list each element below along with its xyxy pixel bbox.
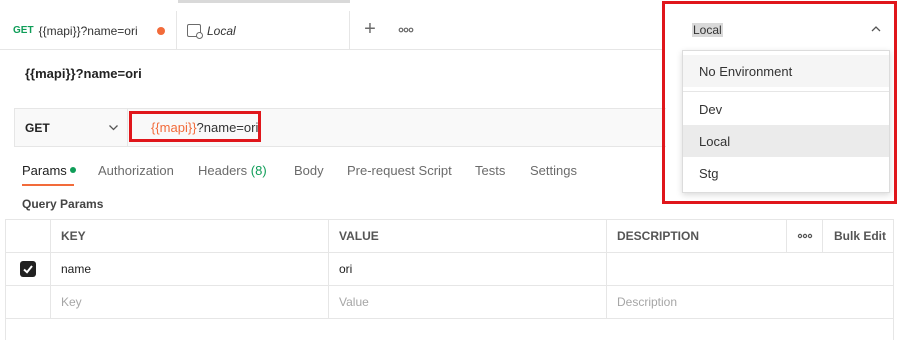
column-header-description: DESCRIPTION bbox=[606, 220, 786, 252]
tab-environment-name: Local bbox=[207, 23, 236, 38]
table-header-row: KEY VALUE DESCRIPTION Bulk Edit bbox=[5, 220, 894, 253]
tab-params[interactable]: Params bbox=[22, 163, 76, 178]
param-value-cell[interactable]: ori bbox=[328, 253, 606, 285]
method-select[interactable]: GET bbox=[15, 109, 128, 146]
tabs-more-ellipsis-icon[interactable] bbox=[396, 21, 416, 39]
column-header-value: VALUE bbox=[328, 220, 606, 252]
url-highlight-box bbox=[129, 111, 261, 142]
tab-method-label: GET bbox=[13, 25, 34, 36]
param-description-cell[interactable] bbox=[606, 253, 786, 285]
header-checkbox-cell bbox=[5, 220, 51, 252]
active-tab-underline bbox=[22, 184, 74, 186]
dropdown-highlight-box bbox=[662, 1, 897, 204]
url-bar: GET {{mapi}} ?name=ori bbox=[14, 108, 666, 147]
tab-params-label: Params bbox=[22, 163, 67, 178]
row-checkbox[interactable] bbox=[20, 261, 36, 277]
column-header-key: KEY bbox=[50, 220, 328, 252]
description-placeholder-input[interactable]: Description bbox=[606, 286, 786, 318]
tab-settings[interactable]: Settings bbox=[530, 163, 577, 178]
tab-environment[interactable]: Local bbox=[178, 11, 350, 50]
tabs-bar: GET {{mapi}}?name=ori Local + bbox=[0, 11, 665, 50]
tab-headers[interactable]: Headers (8) bbox=[198, 163, 267, 178]
row-spacer bbox=[786, 253, 822, 285]
empty-checkbox-cell bbox=[5, 286, 51, 318]
tab-body[interactable]: Body bbox=[294, 163, 324, 178]
table-row: name ori bbox=[5, 253, 894, 286]
param-key-cell[interactable]: name bbox=[50, 253, 328, 285]
ellipsis-icon bbox=[797, 233, 812, 239]
column-options-ellipsis-icon[interactable] bbox=[786, 220, 822, 252]
key-placeholder-input[interactable]: Key bbox=[50, 286, 328, 318]
headers-count: (8) bbox=[250, 163, 267, 178]
checkmark-icon bbox=[23, 265, 33, 274]
bulk-edit-button[interactable]: Bulk Edit bbox=[822, 220, 894, 252]
tab-request-name: {{mapi}}?name=ori bbox=[38, 23, 138, 38]
ellipsis-icon bbox=[398, 27, 414, 33]
table-left-border bbox=[5, 219, 6, 340]
request-title[interactable]: {{mapi}}?name=ori bbox=[25, 66, 142, 81]
tab-authorization[interactable]: Authorization bbox=[98, 163, 174, 178]
params-active-dot-icon bbox=[69, 167, 76, 173]
tab-pre-request-script[interactable]: Pre-request Script bbox=[347, 163, 452, 178]
tab-tests[interactable]: Tests bbox=[475, 163, 505, 178]
row-checkbox-cell bbox=[5, 253, 51, 285]
value-placeholder-input[interactable]: Value bbox=[328, 286, 606, 318]
tab-request[interactable]: GET {{mapi}}?name=ori bbox=[0, 11, 177, 50]
scroll-indicator bbox=[178, 0, 350, 3]
tab-headers-label: Headers bbox=[198, 163, 248, 178]
chevron-down-icon bbox=[109, 125, 118, 131]
table-right-border bbox=[893, 219, 894, 340]
query-params-table: KEY VALUE DESCRIPTION Bulk Edit name ori… bbox=[5, 219, 894, 319]
table-row-empty: Key Value Description bbox=[5, 286, 894, 319]
new-tab-plus-icon[interactable]: + bbox=[360, 19, 380, 41]
environment-icon bbox=[187, 24, 203, 39]
unsaved-dot-icon bbox=[157, 27, 165, 35]
query-params-label: Query Params bbox=[22, 197, 104, 211]
method-value: GET bbox=[25, 120, 50, 135]
